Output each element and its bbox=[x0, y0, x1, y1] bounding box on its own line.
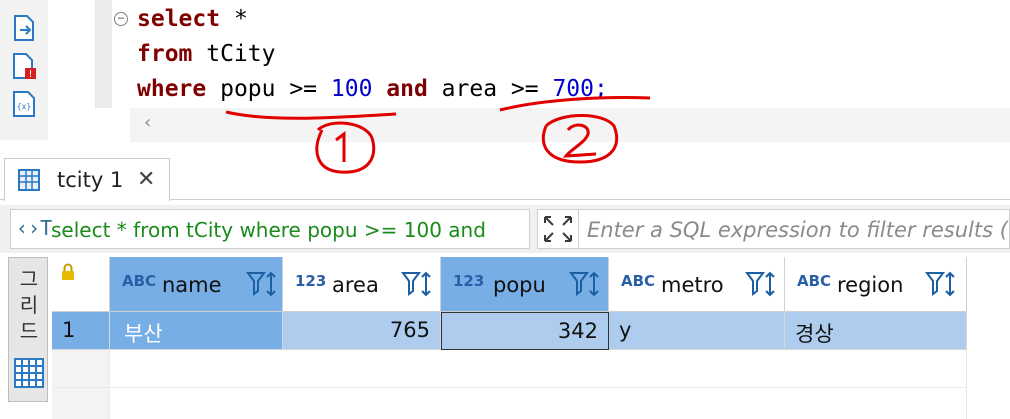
grid-icon bbox=[14, 358, 44, 388]
type-badge: ABC bbox=[122, 272, 157, 290]
code-line-1: select * bbox=[137, 6, 248, 32]
filter-placeholder: Enter a SQL expression to filter results… bbox=[587, 218, 1009, 242]
column-header-metro[interactable]: ABC metro bbox=[609, 257, 785, 312]
table-icon bbox=[18, 169, 40, 191]
column-header-popu[interactable]: 123 popu bbox=[441, 257, 609, 312]
expand-icon bbox=[544, 216, 572, 242]
empty-row-number bbox=[52, 388, 110, 419]
empty-row bbox=[110, 350, 967, 388]
column-label: region bbox=[837, 273, 904, 297]
tab-tcity-1[interactable]: tcity 1 ✕ bbox=[4, 158, 170, 201]
cell-popu[interactable]: 342 bbox=[441, 312, 609, 350]
column-label: area bbox=[332, 273, 379, 297]
cell-region[interactable]: 경상 bbox=[785, 312, 967, 350]
type-badge: ABC bbox=[621, 272, 656, 290]
type-badge: 123 bbox=[295, 272, 327, 290]
scroll-left-icon[interactable]: ‹ bbox=[144, 112, 151, 133]
dbeaver-window: ! {x} − select * from tCity where popu >… bbox=[0, 0, 1010, 419]
filter-sort-icon[interactable] bbox=[246, 269, 278, 299]
column-header-area[interactable]: 123 area bbox=[283, 257, 441, 312]
close-icon[interactable]: ✕ bbox=[137, 167, 155, 192]
filter-sort-icon[interactable] bbox=[401, 269, 433, 299]
line-number-gutter bbox=[48, 0, 96, 108]
query-text-box[interactable]: ‹›T select * from tCity where popu >= 10… bbox=[10, 209, 530, 249]
filter-bar: ‹›T select * from tCity where popu >= 10… bbox=[0, 205, 1010, 253]
editor-toolbar: ! {x} bbox=[0, 0, 48, 140]
tab-label: tcity 1 bbox=[57, 168, 124, 192]
type-badge: ABC bbox=[797, 272, 832, 290]
execute-script-icon[interactable] bbox=[10, 14, 38, 42]
fold-toggle-icon[interactable]: − bbox=[114, 12, 128, 26]
column-header-name[interactable]: ABC name bbox=[110, 257, 283, 312]
filter-expand-button[interactable] bbox=[537, 209, 579, 249]
code-line-3: where popu >= 100 and area >= 700; bbox=[137, 76, 608, 102]
column-label: metro bbox=[661, 273, 724, 297]
type-badge: 123 bbox=[453, 272, 485, 290]
filter-sort-icon[interactable] bbox=[745, 269, 777, 299]
row-number-header bbox=[52, 257, 110, 312]
filter-sort-icon[interactable] bbox=[569, 269, 601, 299]
row-number[interactable]: 1 bbox=[52, 312, 110, 350]
fold-gutter bbox=[96, 0, 112, 108]
cell-metro[interactable]: y bbox=[609, 312, 785, 350]
code-line-2: from tCity bbox=[137, 41, 276, 67]
grid-view-toggle[interactable]: 그리드 bbox=[8, 257, 48, 402]
column-label: name bbox=[162, 273, 222, 297]
grid-panel-label: 그리드 bbox=[19, 267, 39, 343]
script-error-icon[interactable]: ! bbox=[10, 52, 38, 80]
filter-expression-input[interactable]: Enter a SQL expression to filter results… bbox=[579, 209, 1010, 249]
filter-sort-icon[interactable] bbox=[925, 269, 957, 299]
sql-query-icon: ‹›T bbox=[16, 216, 53, 240]
editor-horizontal-scrollbar[interactable]: ‹ bbox=[130, 108, 1010, 142]
svg-text:{x}: {x} bbox=[17, 102, 31, 111]
cell-area[interactable]: 765 bbox=[283, 312, 441, 350]
variables-icon[interactable]: {x} bbox=[10, 90, 38, 118]
column-header-region[interactable]: ABC region bbox=[785, 257, 967, 312]
empty-row-number bbox=[52, 350, 110, 388]
cell-name[interactable]: 부산 bbox=[110, 312, 283, 350]
svg-text:!: ! bbox=[28, 69, 32, 80]
query-text: select * from tCity where popu >= 100 an… bbox=[51, 218, 486, 242]
results-grid: ABC name 123 area 123 popu ABC metro ABC… bbox=[52, 257, 1010, 419]
lock-icon bbox=[62, 263, 74, 280]
empty-row bbox=[110, 388, 967, 419]
column-label: popu bbox=[493, 273, 546, 297]
